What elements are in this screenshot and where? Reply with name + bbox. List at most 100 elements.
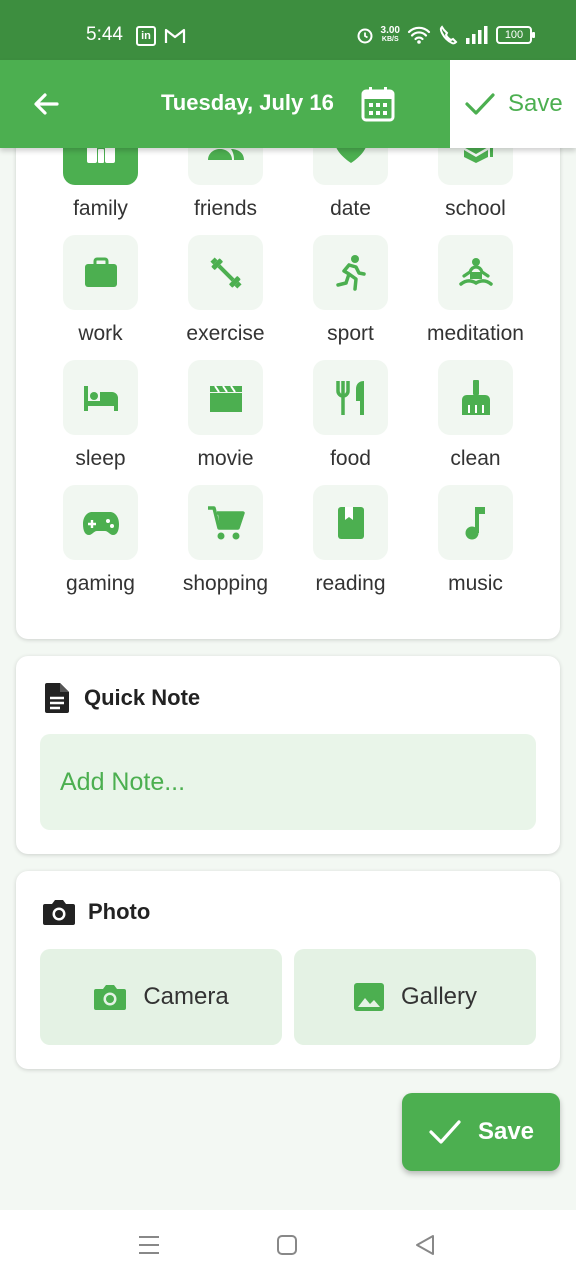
- activity-tile[interactable]: [63, 485, 138, 560]
- activity-label: exercise: [186, 322, 265, 345]
- restaurant-icon: [335, 380, 364, 415]
- fab-save-label: Save: [477, 1118, 535, 1145]
- gallery-label: Gallery: [400, 983, 478, 1010]
- linkedin-icon: in: [136, 26, 156, 46]
- running-icon: [335, 254, 366, 291]
- recents-button[interactable]: [136, 1232, 162, 1258]
- photo-card: Photo Camera Gallery: [16, 871, 560, 1069]
- triangle-back-icon: [416, 1235, 434, 1255]
- activities-grid: family friends date school work exercise…: [38, 130, 538, 610]
- signal-icon: [466, 26, 488, 44]
- system-nav-bar: [0, 1210, 576, 1280]
- broom-icon: [461, 379, 490, 415]
- notification-icons: in: [136, 26, 186, 46]
- back-nav-button[interactable]: [412, 1232, 438, 1258]
- arrow-back-icon: [34, 93, 59, 115]
- cart-icon: [207, 505, 245, 539]
- activity-sport[interactable]: sport: [288, 235, 413, 360]
- activity-label: gaming: [66, 572, 135, 595]
- camera-button[interactable]: Camera: [40, 949, 282, 1045]
- alarm-icon: [357, 28, 373, 44]
- activity-exercise[interactable]: exercise: [163, 235, 288, 360]
- photo-title: Photo: [88, 899, 151, 924]
- activity-tile[interactable]: [63, 235, 138, 310]
- activity-shopping[interactable]: shopping: [163, 485, 288, 610]
- clapperboard-icon: [209, 384, 242, 412]
- activity-tile[interactable]: [313, 360, 388, 435]
- activity-label: work: [78, 322, 123, 345]
- activity-label: meditation: [427, 322, 524, 345]
- activity-music[interactable]: music: [413, 485, 538, 610]
- activity-tile[interactable]: [313, 485, 388, 560]
- system-icons: 3.00 KB/S 100: [356, 25, 535, 45]
- activity-movie[interactable]: movie: [163, 360, 288, 485]
- home-button[interactable]: [274, 1232, 300, 1258]
- activity-label: school: [445, 197, 506, 220]
- gamepad-icon: [82, 511, 119, 535]
- activity-label: shopping: [182, 572, 269, 595]
- activity-label: food: [330, 447, 371, 470]
- check-icon: [465, 93, 495, 115]
- network-speed: 3.00 KB/S: [380, 25, 400, 44]
- quick-note-title: Quick Note: [84, 685, 201, 710]
- activities-card: family friends date school work exercise…: [16, 130, 560, 639]
- activity-meditation[interactable]: meditation: [413, 235, 538, 360]
- gallery-button[interactable]: Gallery: [294, 949, 536, 1045]
- camera-label: Camera: [143, 983, 229, 1010]
- document-icon: [45, 683, 69, 713]
- wifi-icon: [407, 26, 431, 44]
- activity-tile[interactable]: [63, 360, 138, 435]
- calendar-button[interactable]: [358, 84, 398, 124]
- activity-label: date: [330, 197, 371, 220]
- save-label: Save: [508, 90, 563, 117]
- quick-note-header: Quick Note: [42, 682, 200, 714]
- calendar-icon: [361, 87, 395, 122]
- activity-label: reading: [315, 572, 386, 595]
- activity-label: clean: [450, 447, 501, 470]
- page-title: Tuesday, July 16: [161, 90, 334, 115]
- activity-gaming[interactable]: gaming: [38, 485, 163, 610]
- save-fab[interactable]: Save: [402, 1093, 560, 1171]
- activity-label: movie: [197, 447, 254, 470]
- menu-icon: [139, 1236, 159, 1254]
- activity-clean[interactable]: clean: [413, 360, 538, 485]
- image-icon: [353, 983, 384, 1011]
- check-icon: [429, 1120, 461, 1144]
- activity-food[interactable]: food: [288, 360, 413, 485]
- app-bar: Tuesday, July 16 Save: [0, 60, 576, 148]
- camera-icon: [94, 985, 127, 1010]
- camera-icon: [43, 900, 75, 925]
- activity-tile[interactable]: [188, 485, 263, 560]
- briefcase-icon: [84, 257, 117, 287]
- activity-tile[interactable]: [438, 360, 513, 435]
- gmail-icon: [164, 28, 186, 43]
- activity-reading[interactable]: reading: [288, 485, 413, 610]
- activity-label: sleep: [75, 447, 126, 470]
- bed-icon: [83, 385, 118, 411]
- activity-label: family: [73, 197, 128, 220]
- meditation-icon: [458, 257, 493, 286]
- back-button[interactable]: [26, 84, 66, 124]
- square-icon: [277, 1235, 297, 1255]
- dumbbell-icon: [209, 256, 242, 289]
- music-note-icon: [465, 506, 485, 539]
- quick-note-card: Quick Note: [16, 656, 560, 854]
- activity-sleep[interactable]: sleep: [38, 360, 163, 485]
- wifi-call-icon: [439, 25, 458, 45]
- note-input[interactable]: [40, 734, 536, 830]
- save-button-top[interactable]: Save: [450, 60, 576, 148]
- activity-work[interactable]: work: [38, 235, 163, 360]
- status-bar: 5:44 in 3.00 KB/S 100: [0, 0, 576, 60]
- activity-label: sport: [327, 322, 374, 345]
- photo-header: Photo: [42, 897, 150, 927]
- activity-label: friends: [193, 197, 258, 220]
- activity-tile[interactable]: [313, 235, 388, 310]
- activity-tile[interactable]: [438, 235, 513, 310]
- activity-label: music: [448, 572, 503, 595]
- activity-tile[interactable]: [188, 235, 263, 310]
- book-icon: [337, 506, 364, 539]
- battery-indicator: 100: [496, 26, 535, 44]
- status-time: 5:44: [86, 24, 123, 45]
- activity-tile[interactable]: [188, 360, 263, 435]
- activity-tile[interactable]: [438, 485, 513, 560]
